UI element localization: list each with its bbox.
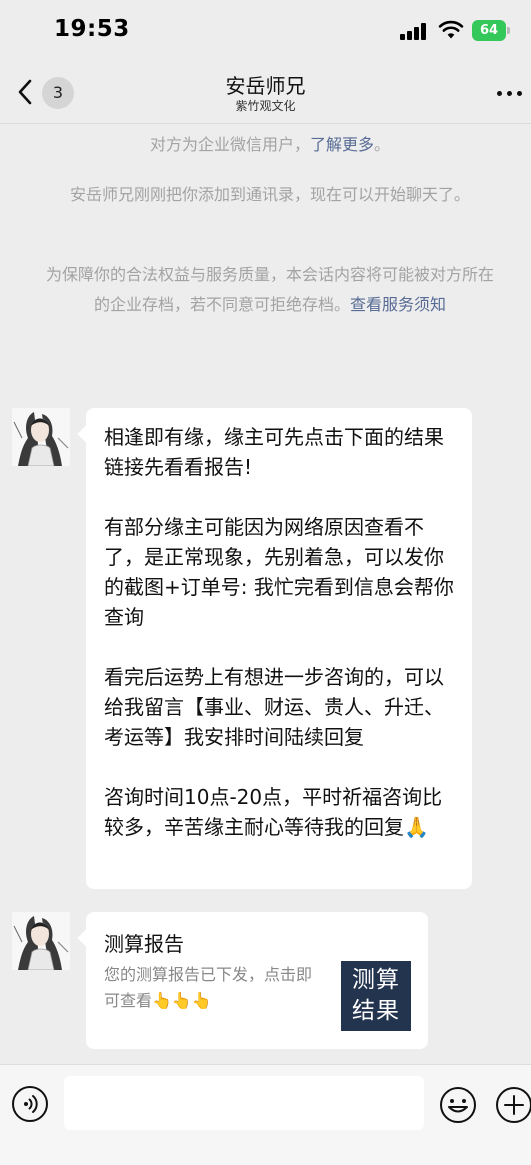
voice-icon[interactable] bbox=[12, 1086, 48, 1122]
message-paragraph: 相逢即有缘，缘主可先点击下面的结果链接先看看报告! bbox=[104, 425, 444, 479]
link-card[interactable]: 测算报告 您的测算报告已下发，点击即可查看👆👆👆 测算结果 bbox=[77, 912, 428, 1049]
wifi-icon bbox=[438, 20, 464, 39]
more-icon[interactable] bbox=[497, 91, 523, 97]
status-bar: 19:53 64 bbox=[0, 0, 531, 62]
input-bar bbox=[0, 1064, 531, 1165]
status-time: 19:53 bbox=[54, 16, 130, 42]
battery-icon: 64 bbox=[472, 20, 510, 41]
cellular-signal-icon bbox=[400, 23, 430, 40]
message-paragraph: 咨询时间10点-20点，平时祈福咨询比较多，辛苦缘主耐心等待我的回复🙏 bbox=[104, 785, 443, 839]
plus-icon[interactable] bbox=[495, 1086, 531, 1124]
service-terms-link[interactable]: 查看服务须知 bbox=[350, 295, 446, 314]
avatar-illustration bbox=[12, 912, 70, 970]
message-paragraph: 有部分缘主可能因为网络原因查看不了，是正常现象，先别着急，可以发你的截图+订单号… bbox=[104, 515, 454, 629]
enterprise-notice-suffix: 。 bbox=[374, 135, 391, 154]
avatar-illustration bbox=[12, 408, 70, 466]
chat-title: 安岳师兄 bbox=[225, 74, 306, 98]
card-title: 测算报告 bbox=[104, 932, 184, 956]
battery-level: 64 bbox=[472, 20, 506, 41]
learn-more-link[interactable]: 了解更多 bbox=[310, 135, 374, 154]
chat-subtitle: 紫竹观文化 bbox=[235, 99, 296, 113]
emoji-icon[interactable] bbox=[439, 1086, 477, 1124]
enterprise-notice-text: 对方为企业微信用户， bbox=[149, 135, 310, 154]
avatar[interactable] bbox=[12, 408, 70, 466]
message-bubble[interactable]: 相逢即有缘，缘主可先点击下面的结果链接先看看报告! 有部分缘主可能因为网络原因查… bbox=[77, 408, 472, 889]
message-text: 相逢即有缘，缘主可先点击下面的结果链接先看看报告! 有部分缘主可能因为网络原因查… bbox=[104, 422, 456, 842]
card-description: 您的测算报告已下发，点击即可查看👆👆👆 bbox=[104, 965, 313, 1010]
card-thumbnail: 测算结果 bbox=[341, 961, 411, 1031]
archive-notice: 为保障你的合法权益与服务质量，本会话内容将可能被对方所在的企业存档，若不同意可拒… bbox=[40, 260, 500, 320]
message-input[interactable] bbox=[64, 1076, 424, 1130]
added-contact-notice: 安岳师兄刚刚把你添加到通讯录，现在可以开始聊天了。 bbox=[69, 185, 470, 204]
enterprise-notice: 对方为企业微信用户，了解更多。 bbox=[40, 130, 500, 160]
chat-header: 3 安岳师兄 紫竹观文化 bbox=[0, 62, 531, 124]
avatar[interactable] bbox=[12, 912, 70, 970]
message-paragraph: 看完后运势上有想进一步咨询的，可以给我留言【事业、财运、贵人、升迁、考运等】我安… bbox=[104, 665, 444, 749]
